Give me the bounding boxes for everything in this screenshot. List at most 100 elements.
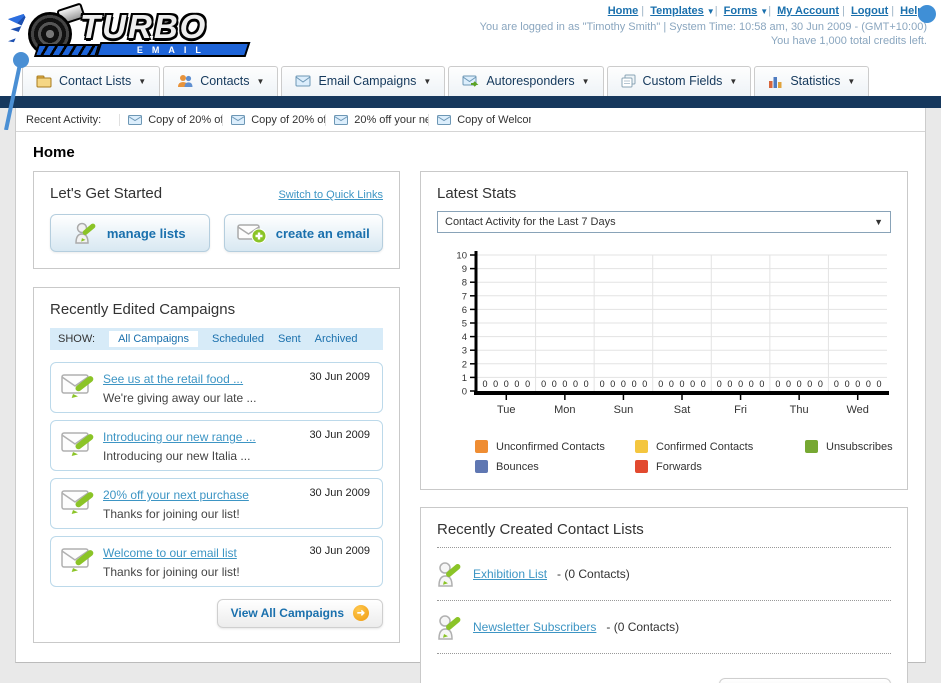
svg-text:0: 0	[679, 379, 684, 389]
recent-activity-text: 20% off your next p	[354, 113, 428, 126]
tab-label: Contacts	[200, 74, 250, 88]
logo-banner: EMAIL	[95, 42, 251, 57]
svg-text:0: 0	[504, 379, 509, 389]
tab-contacts[interactable]: Contacts ▼	[163, 66, 279, 96]
manage-lists-label: manage lists	[106, 225, 186, 241]
svg-text:0: 0	[573, 379, 578, 389]
filter-all-campaigns[interactable]: All Campaigns	[109, 331, 198, 347]
create-email-button[interactable]: create an email	[223, 214, 383, 252]
svg-text:0: 0	[514, 379, 519, 389]
tab-custom-fields[interactable]: Custom Fields ▼	[606, 66, 752, 96]
nav-link-logout[interactable]: Logout	[851, 5, 888, 17]
tab-statistics[interactable]: Statistics ▼	[754, 66, 870, 96]
campaigns-title: Recently Edited Campaigns	[50, 301, 236, 318]
svg-text:2: 2	[462, 359, 467, 370]
tab-label: Custom Fields	[642, 74, 723, 88]
dropdown-arrow-icon: ▼	[138, 76, 147, 86]
envelope-send-icon	[462, 75, 479, 87]
person-pencil-icon	[438, 562, 461, 587]
contact-list-item[interactable]: Newsletter Subscribers - (0 Contacts)	[437, 610, 891, 644]
campaign-row[interactable]: 20% off your next purchase Thanks for jo…	[50, 478, 383, 529]
view-all-campaigns-button[interactable]: View All Campaigns ➜	[216, 599, 383, 628]
dropdown-arrow-icon: ▼	[423, 76, 432, 86]
svg-text:0: 0	[845, 379, 850, 389]
recent-activity-item[interactable]: Copy of 20% off yo	[222, 113, 325, 126]
turbo-email-logo[interactable]: TURBO EMAIL	[6, 2, 256, 60]
legend-swatch-icon	[805, 440, 818, 453]
svg-text:Tue: Tue	[497, 404, 516, 416]
manage-lists-button[interactable]: manage lists	[50, 214, 210, 252]
svg-text:8: 8	[462, 278, 467, 289]
svg-text:0: 0	[738, 379, 743, 389]
svg-text:0: 0	[493, 379, 498, 389]
svg-text:0: 0	[834, 379, 839, 389]
svg-text:0: 0	[541, 379, 546, 389]
campaign-title-link[interactable]: 20% off your next purchase	[103, 488, 249, 502]
svg-text:0: 0	[866, 379, 871, 389]
campaign-date: 30 Jun 2009	[309, 545, 370, 557]
campaign-title-link[interactable]: See us at the retail food ...	[103, 372, 243, 386]
person-pencil-icon	[75, 222, 96, 244]
tab-contact-lists[interactable]: Contact Lists ▼	[22, 66, 161, 96]
dropdown-arrow-icon: ▼	[581, 76, 590, 86]
nav-link-my-account[interactable]: My Account	[777, 5, 839, 17]
see-all-contact-lists-button[interactable]: See All Contact Lists ➜	[719, 678, 891, 683]
nav-link-forms[interactable]: Forms	[724, 5, 758, 17]
campaign-subtitle: We're giving away our late ...	[103, 391, 257, 405]
campaign-date: 30 Jun 2009	[309, 429, 370, 441]
envelope-edit-icon	[61, 374, 94, 398]
pages-icon	[621, 74, 636, 88]
svg-text:0: 0	[525, 379, 530, 389]
header-right: Home | Templates ▼| Forms ▼| My Account | Lo…	[480, 5, 936, 47]
arrow-right-icon: ➜	[353, 605, 369, 621]
campaign-row[interactable]: Introducing our new range ... Introducin…	[50, 420, 383, 471]
svg-text:0: 0	[584, 379, 589, 389]
envelope-edit-icon	[61, 432, 94, 456]
legend-swatch-icon	[475, 460, 488, 473]
contact-list-link[interactable]: Exhibition List	[473, 567, 547, 581]
campaign-title-link[interactable]: Introducing our new range ...	[103, 430, 256, 444]
show-label: SHOW:	[58, 333, 96, 345]
recent-activity-item[interactable]: Copy of Welcome to	[428, 113, 531, 126]
tab-email-campaigns[interactable]: Email Campaigns ▼	[281, 66, 446, 96]
page-title: Home	[33, 144, 75, 161]
filter-sent[interactable]: Sent	[278, 333, 301, 345]
contact-list-link[interactable]: Newsletter Subscribers	[473, 620, 596, 634]
campaign-row[interactable]: See us at the retail food ... We're givi…	[50, 362, 383, 413]
svg-text:0: 0	[797, 379, 802, 389]
recent-activity-bar: Recent Activity: Copy of 20% off yo Copy…	[16, 108, 925, 132]
recent-activity-item[interactable]: 20% off your next p	[325, 113, 428, 126]
filter-archived[interactable]: Archived	[315, 333, 358, 345]
svg-text:0: 0	[717, 379, 722, 389]
report-select-dropdown[interactable]: Contact Activity for the Last 7 Days ▼	[437, 211, 891, 233]
dropdown-arrow-icon: ▼	[706, 7, 715, 16]
dotted-divider	[437, 600, 891, 601]
filter-scheduled[interactable]: Scheduled	[212, 333, 264, 345]
legend-swatch-icon	[635, 440, 648, 453]
switch-to-quick-links[interactable]: Switch to Quick Links	[278, 189, 383, 201]
nav-link-home[interactable]: Home	[608, 5, 639, 17]
svg-text:0: 0	[482, 379, 487, 389]
svg-text:0: 0	[855, 379, 860, 389]
recent-activity-item[interactable]: Copy of 20% off yo	[119, 113, 222, 126]
tab-autoresponders[interactable]: Autoresponders ▼	[448, 66, 604, 96]
recent-campaigns-panel: Recently Edited Campaigns SHOW: All Camp…	[33, 287, 400, 643]
folder-icon	[36, 75, 52, 87]
dotted-divider	[437, 547, 891, 548]
get-started-panel: Let's Get Started Switch to Quick Links …	[33, 171, 400, 269]
campaign-row[interactable]: Welcome to our email list Thanks for joi…	[50, 536, 383, 587]
selected-report: Contact Activity for the Last 7 Days	[445, 216, 616, 228]
recent-activity-text: Copy of 20% off yo	[251, 113, 325, 126]
nav-link-templates[interactable]: Templates	[650, 5, 704, 17]
contact-list-item[interactable]: Exhibition List - (0 Contacts)	[437, 557, 891, 591]
svg-text:0: 0	[642, 379, 647, 389]
svg-text:0: 0	[552, 379, 557, 389]
svg-text:Sun: Sun	[614, 404, 634, 416]
campaign-subtitle: Thanks for joining our list!	[103, 507, 240, 521]
header: TURBO EMAIL Home | Templates ▼| Forms ▼| My…	[0, 0, 941, 130]
recent-activity-label: Recent Activity:	[26, 113, 102, 126]
campaign-title-link[interactable]: Welcome to our email list	[103, 546, 237, 560]
svg-text:0: 0	[658, 379, 663, 389]
envelope-icon	[334, 114, 349, 125]
svg-text:3: 3	[462, 346, 467, 357]
